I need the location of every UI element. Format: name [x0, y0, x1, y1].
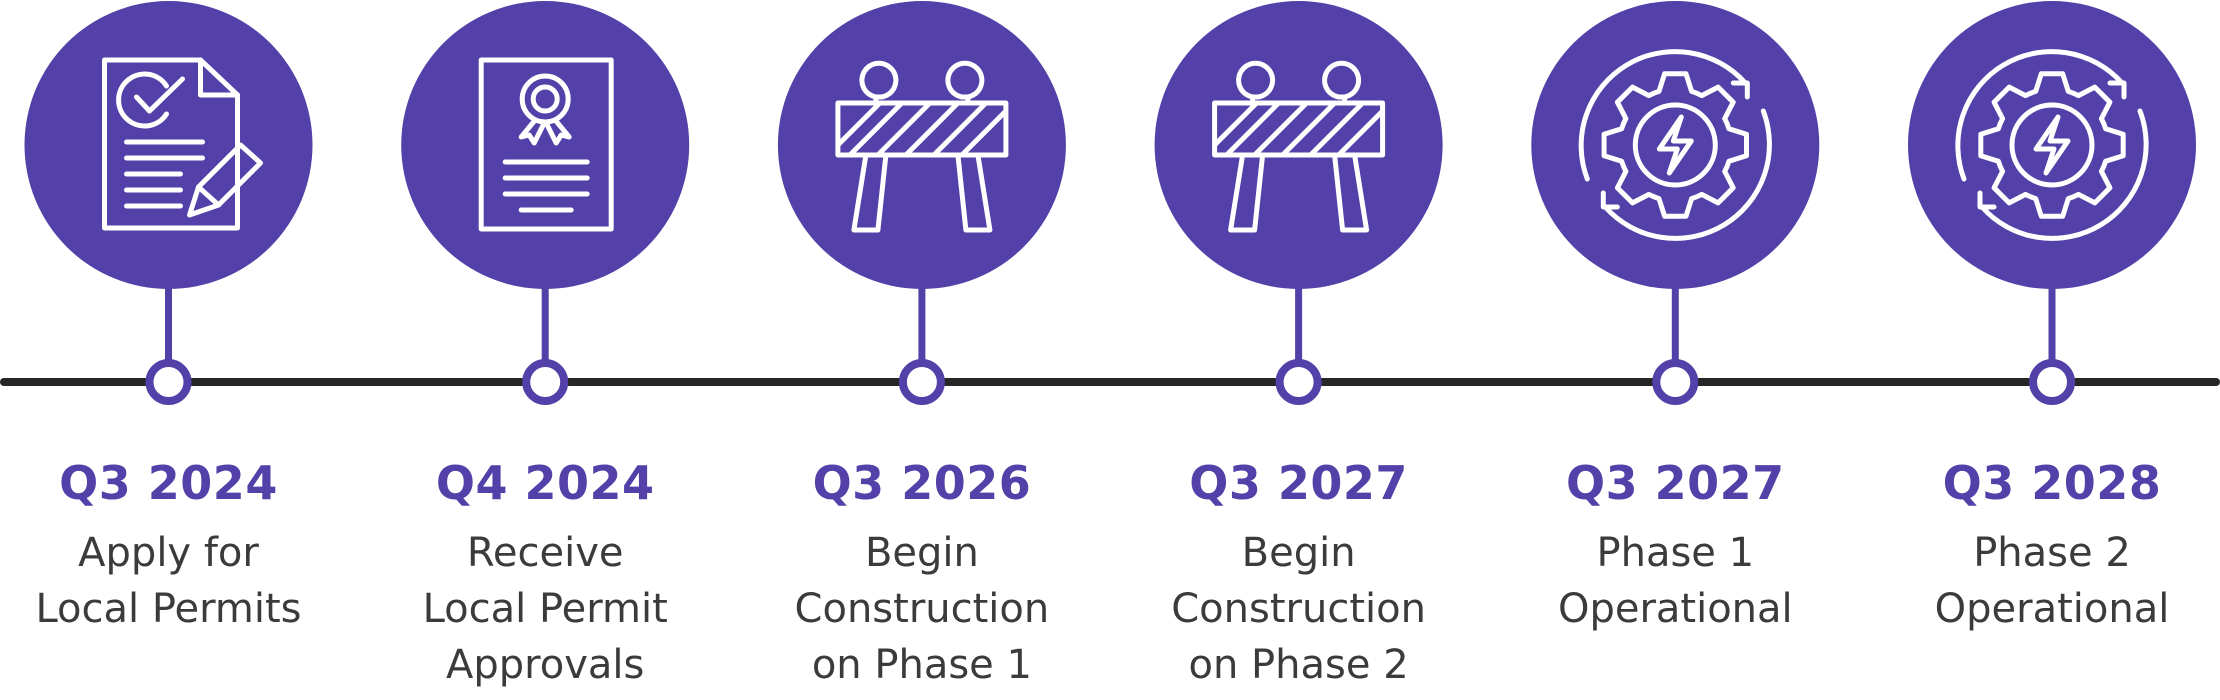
milestone-description-line: Begin [864, 530, 979, 576]
milestone-icon-badge [401, 1, 690, 289]
timeline-node [898, 359, 945, 405]
milestone-icon-badge [1908, 1, 2196, 289]
milestone-icon-badge [1531, 1, 1820, 289]
milestone-label-5: Q3 2027 Phase 1 Operational [1487, 455, 1863, 637]
milestone-description-line: Phase 2 [1973, 530, 2131, 576]
milestone-description-line: Phase 1 [1596, 530, 1755, 576]
milestone-date: Q3 2028 [1942, 456, 2162, 510]
milestone-description-line: on Phase 1 [811, 642, 1032, 688]
milestone-label-1: Q3 2024 Apply for Local Permits [0, 455, 357, 637]
milestone-description-line: Apply for [78, 530, 259, 576]
milestone-description-line: Operational [1557, 586, 1793, 632]
milestone-description-line: Local Permit [422, 586, 668, 632]
milestone-2 [401, 1, 690, 405]
milestone-3 [777, 1, 1066, 405]
milestone-description-line: Operational [1934, 586, 2170, 632]
milestone-description-line: Construction [794, 586, 1050, 632]
milestone-description: Begin Construction on Phase 2 [1111, 525, 1487, 693]
milestone-icon-badge [1154, 1, 1443, 289]
timeline-node [1275, 359, 1322, 405]
milestone-date: Q3 2026 [812, 456, 1032, 510]
milestone-description-line: Approvals [446, 642, 645, 688]
milestone-label-4: Q3 2027 Begin Construction on Phase 2 [1111, 455, 1487, 693]
milestone-label-3: Q3 2026 Begin Construction on Phase 1 [734, 455, 1110, 693]
timeline-node [145, 359, 192, 405]
milestone-date: Q3 2027 [1565, 456, 1785, 510]
milestone-4 [1154, 1, 1443, 405]
milestone-icon-badge [777, 1, 1066, 289]
milestone-description: Begin Construction on Phase 1 [734, 525, 1110, 693]
timeline-node [1652, 359, 1699, 405]
milestone-description: Receive Local Permit Approvals [357, 525, 733, 693]
milestone-date: Q4 2024 [435, 456, 655, 510]
milestone-1 [24, 1, 313, 405]
milestone-description: Phase 2 Operational [1864, 525, 2220, 637]
milestone-description-line: Receive [466, 530, 624, 576]
milestone-label-6: Q3 2028 Phase 2 Operational [1864, 455, 2220, 637]
milestone-label-2: Q4 2024 Receive Local Permit Approvals [357, 455, 733, 693]
timeline-node [2029, 359, 2075, 405]
milestone-date: Q3 2027 [1189, 456, 1408, 510]
milestone-description-line: Begin [1241, 530, 1356, 576]
timeline-node [522, 359, 569, 405]
milestone-description: Phase 1 Operational [1487, 525, 1863, 637]
milestone-5 [1531, 1, 1820, 405]
milestone-description-line: Construction [1171, 586, 1426, 632]
milestone-description-line: Local Permits [35, 586, 302, 632]
milestone-icon-badge [24, 1, 313, 289]
milestone-date: Q3 2024 [59, 456, 278, 510]
milestone-description: Apply for Local Permits [0, 525, 357, 637]
milestone-description-line: on Phase 2 [1188, 642, 1409, 688]
milestone-6 [1908, 1, 2196, 405]
